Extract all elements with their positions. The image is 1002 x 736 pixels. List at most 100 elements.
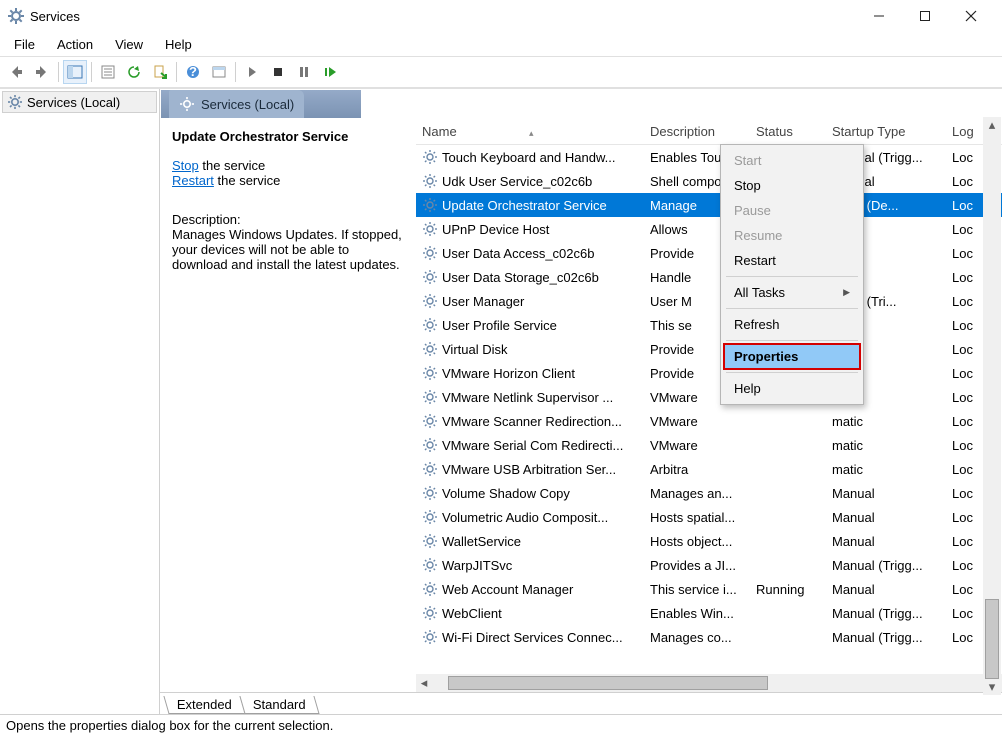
service-row[interactable]: UPnP Device HostAllowsalLoc xyxy=(416,217,1002,241)
service-row-icon xyxy=(422,269,438,285)
service-row[interactable]: Touch Keyboard and Handw...Enables Tou..… xyxy=(416,145,1002,169)
cell-name: Wi-Fi Direct Services Connec... xyxy=(416,629,644,645)
cell-logon: Loc xyxy=(946,246,986,261)
maximize-button[interactable] xyxy=(902,0,948,32)
restart-link[interactable]: Restart xyxy=(172,173,214,188)
horizontal-scrollbar[interactable]: ◂ ▸ xyxy=(416,674,1002,692)
cell-logon: Loc xyxy=(946,390,986,405)
cell-name: Touch Keyboard and Handw... xyxy=(416,149,644,165)
export-list-button[interactable] xyxy=(148,60,172,84)
context-menu-all-tasks[interactable]: All Tasks▶ xyxy=(724,280,860,305)
cell-logon: Loc xyxy=(946,486,986,501)
context-menu-help[interactable]: Help xyxy=(724,376,860,401)
toolbar: ? xyxy=(0,56,1002,88)
service-row[interactable]: WarpJITSvcProvides a JI...Manual (Trigg.… xyxy=(416,553,1002,577)
cell-startup: Manual (Trigg... xyxy=(826,630,946,645)
cell-logon: Loc xyxy=(946,270,986,285)
column-logon[interactable]: Log xyxy=(946,124,986,139)
cell-logon: Loc xyxy=(946,198,986,213)
menu-action[interactable]: Action xyxy=(47,35,103,54)
cell-logon: Loc xyxy=(946,414,986,429)
service-row-icon xyxy=(422,317,438,333)
menu-file[interactable]: File xyxy=(4,35,45,54)
tab-extended[interactable]: Extended xyxy=(163,696,245,714)
service-row[interactable]: Volumetric Audio Composit...Hosts spatia… xyxy=(416,505,1002,529)
pause-service-button[interactable] xyxy=(292,60,316,84)
svg-text:?: ? xyxy=(189,64,197,79)
pane-header-icon xyxy=(179,96,195,112)
cell-name: User Data Storage_c02c6b xyxy=(416,269,644,285)
service-row[interactable]: VMware USB Arbitration Ser...Arbitramati… xyxy=(416,457,1002,481)
cell-description: VMware xyxy=(644,438,750,453)
refresh-button[interactable] xyxy=(122,60,146,84)
context-menu-resume: Resume xyxy=(724,223,860,248)
service-row[interactable]: User Data Access_c02c6bProvidealLoc xyxy=(416,241,1002,265)
cell-name: WalletService xyxy=(416,533,644,549)
help-toolbar-button[interactable]: ? xyxy=(181,60,205,84)
service-row[interactable]: VMware Serial Com Redirecti...VMwaremati… xyxy=(416,433,1002,457)
service-row[interactable]: Web Account ManagerThis service i...Runn… xyxy=(416,577,1002,601)
column-startup-type[interactable]: Startup Type xyxy=(826,124,946,139)
context-menu-properties[interactable]: Properties xyxy=(724,344,860,369)
service-row[interactable]: WalletServiceHosts object...ManualLoc xyxy=(416,529,1002,553)
stop-link[interactable]: Stop xyxy=(172,158,199,173)
cell-logon: Loc xyxy=(946,438,986,453)
service-row[interactable]: User Data Storage_c02c6bHandlealLoc xyxy=(416,265,1002,289)
services-node-icon xyxy=(7,94,23,110)
nav-forward-button[interactable] xyxy=(30,60,54,84)
tab-standard[interactable]: Standard xyxy=(239,696,319,714)
cell-name: VMware USB Arbitration Ser... xyxy=(416,461,644,477)
service-row[interactable]: VMware Horizon ClientProvidematicLoc xyxy=(416,361,1002,385)
cell-name: Volumetric Audio Composit... xyxy=(416,509,644,525)
context-menu-refresh[interactable]: Refresh xyxy=(724,312,860,337)
service-row[interactable]: Update Orchestrator ServiceManageRmatic … xyxy=(416,193,1002,217)
vertical-scrollbar[interactable]: ▴ ▾ xyxy=(983,117,1001,695)
column-status[interactable]: Status xyxy=(750,124,826,139)
menu-help[interactable]: Help xyxy=(155,35,202,54)
start-service-button[interactable] xyxy=(240,60,264,84)
menu-view[interactable]: View xyxy=(105,35,153,54)
service-row[interactable]: VMware Netlink Supervisor ...VMwarematic… xyxy=(416,385,1002,409)
cell-logon: Loc xyxy=(946,174,986,189)
pane-header-title: Services (Local) xyxy=(201,97,294,112)
service-row[interactable]: User ManagerUser Mmatic (Tri...Loc xyxy=(416,289,1002,313)
vscroll-thumb[interactable] xyxy=(985,599,999,679)
detail-service-name: Update Orchestrator Service xyxy=(172,129,404,144)
service-row[interactable]: User Profile ServiceThis sematicLoc xyxy=(416,313,1002,337)
cell-logon: Loc xyxy=(946,318,986,333)
service-row[interactable]: Udk User Service_c02c6bShell compo...Man… xyxy=(416,169,1002,193)
minimize-button[interactable] xyxy=(856,0,902,32)
results-pane: Services (Local) Update Orchestrator Ser… xyxy=(160,89,1002,714)
service-row-icon xyxy=(422,389,438,405)
cell-name: VMware Serial Com Redirecti... xyxy=(416,437,644,453)
properties-toolbar-button[interactable] xyxy=(96,60,120,84)
vscroll-down-arrow[interactable]: ▾ xyxy=(984,679,1000,695)
service-row-icon xyxy=(422,365,438,381)
context-menu-restart[interactable]: Restart xyxy=(724,248,860,273)
service-row[interactable]: Virtual DiskProvidealLoc xyxy=(416,337,1002,361)
show-hide-tree-button[interactable] xyxy=(63,60,87,84)
restart-service-button[interactable] xyxy=(318,60,342,84)
column-headers: Name ▴ Description Status Startup Type L… xyxy=(416,119,1002,145)
cell-description: Provides a JI... xyxy=(644,558,750,573)
cell-startup: Manual xyxy=(826,534,946,549)
service-row[interactable]: VMware Scanner Redirection...VMwarematic… xyxy=(416,409,1002,433)
service-row[interactable]: Wi-Fi Direct Services Connec...Manages c… xyxy=(416,625,1002,649)
column-name[interactable]: Name ▴ xyxy=(416,124,644,139)
pane-header: Services (Local) xyxy=(161,90,1001,118)
hscroll-left-arrow[interactable]: ◂ xyxy=(416,675,432,691)
service-row[interactable]: Volume Shadow CopyManages an...ManualLoc xyxy=(416,481,1002,505)
context-menu-stop[interactable]: Stop xyxy=(724,173,860,198)
cell-logon: Loc xyxy=(946,534,986,549)
nav-back-button[interactable] xyxy=(4,60,28,84)
tree-node-services-local[interactable]: Services (Local) xyxy=(2,91,157,113)
service-row[interactable]: WebClientEnables Win...Manual (Trigg...L… xyxy=(416,601,1002,625)
column-description[interactable]: Description xyxy=(644,124,750,139)
service-row-icon xyxy=(422,245,438,261)
hscroll-thumb[interactable] xyxy=(448,676,768,690)
stop-service-button[interactable] xyxy=(266,60,290,84)
cell-startup: Manual xyxy=(826,486,946,501)
close-button[interactable] xyxy=(948,0,994,32)
window-options-button[interactable] xyxy=(207,60,231,84)
vscroll-up-arrow[interactable]: ▴ xyxy=(984,117,1000,133)
